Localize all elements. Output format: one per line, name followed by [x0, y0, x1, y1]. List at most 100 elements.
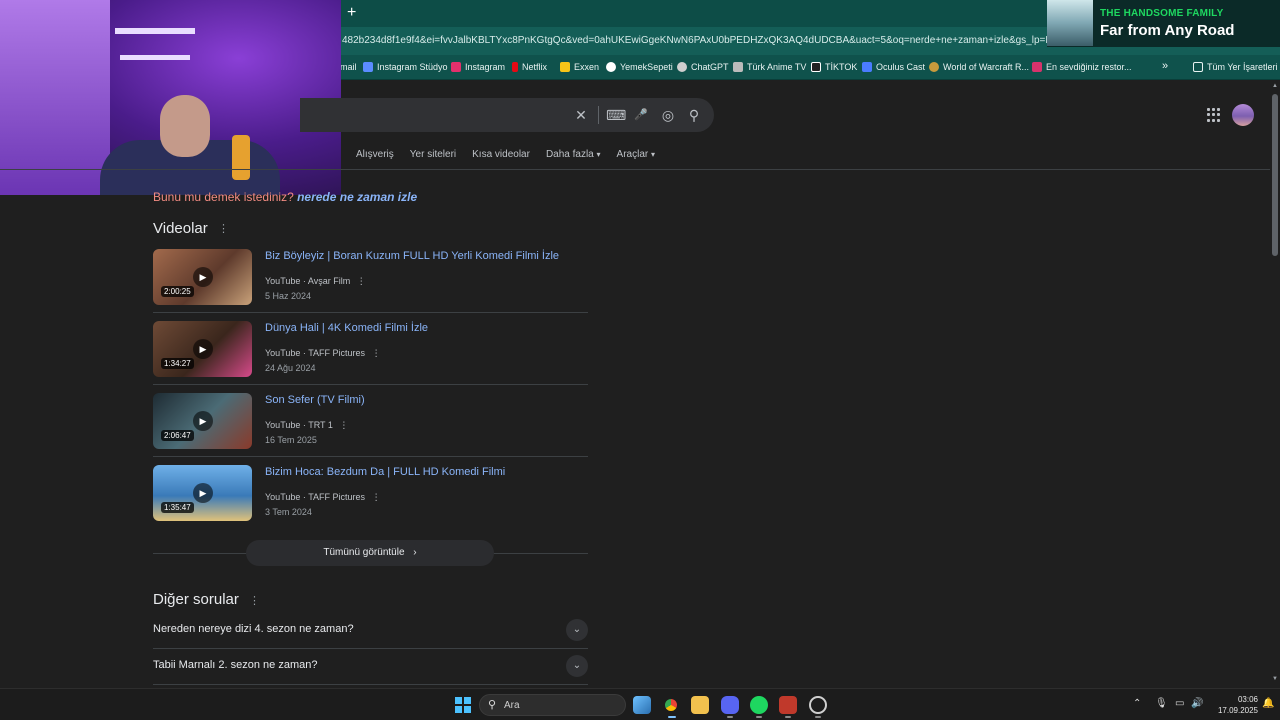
video-title[interactable]: Dünya Hali | 4K Komedi Filmi İzle	[265, 322, 428, 334]
obs-icon[interactable]	[809, 696, 827, 714]
video-result[interactable]: ▶ 2:00:25 Biz Böyleyiz | Boran Kuzum FUL…	[153, 249, 588, 321]
album-art	[1047, 0, 1093, 46]
play-icon: ▶	[193, 339, 213, 359]
did-you-mean-link[interactable]: nerede ne zaman izle	[297, 190, 417, 204]
video-source: YouTube · TAFF Pictures ⋮	[265, 492, 381, 502]
screen: + 482b234d8f1e9f4&ei=fvvJalbKBLTYxc8PnKG…	[0, 0, 1280, 720]
clear-icon[interactable]: ✕	[573, 107, 589, 123]
play-icon: ▶	[193, 267, 213, 287]
video-thumbnail[interactable]: ▶ 1:34:27	[153, 321, 252, 377]
video-source: YouTube · TRT 1 ⋮	[265, 420, 349, 430]
tab-places[interactable]: Yer siteleri	[410, 149, 456, 160]
scrollbar-thumb[interactable]	[1272, 94, 1278, 256]
url-text[interactable]: 482b234d8f1e9f4&ei=fvvJalbKBLTYxc8PnKGtg…	[342, 35, 1048, 46]
did-you-mean: Bunu mu demek istediniz? nerede ne zaman…	[153, 190, 418, 204]
tab-shopping[interactable]: Alışveriş	[356, 149, 394, 160]
more-options-icon[interactable]: ⋮	[357, 276, 366, 286]
video-thumbnail[interactable]: ▶ 2:00:25	[153, 249, 252, 305]
discord-icon[interactable]	[721, 696, 739, 714]
new-tab-button[interactable]: +	[347, 4, 356, 22]
microphone-icon[interactable]: 🎤	[633, 107, 649, 123]
bookmark-exxen[interactable]: Exxen	[560, 62, 599, 72]
chevron-down-icon[interactable]: ⌄	[566, 655, 588, 677]
taskbar-clock[interactable]: 03:06 17.09.2025	[1208, 694, 1258, 716]
video-result[interactable]: ▶ 1:34:27 Dünya Hali | 4K Komedi Filmi İ…	[153, 321, 588, 393]
video-duration: 2:06:47	[161, 430, 194, 441]
taskbar-search-placeholder: Ara	[504, 700, 520, 711]
scroll-up-icon[interactable]: ▲	[1272, 83, 1278, 89]
bookmark-restaurant[interactable]: En sevdiğiniz restor...	[1032, 62, 1132, 72]
see-all-videos-button[interactable]: Tümünü görüntüle ›	[246, 540, 494, 566]
instagram-studio-icon	[363, 62, 373, 72]
video-source: YouTube · Avşar Film ⋮	[265, 276, 366, 286]
video-date: 16 Tem 2025	[265, 435, 317, 445]
bookmark-mail[interactable]: mail	[340, 62, 357, 72]
chevron-right-icon: ›	[413, 547, 417, 558]
spotify-icon[interactable]	[750, 696, 768, 714]
question-item[interactable]: Nereden nereye dizi 4. sezon ne zaman? ⌄	[153, 613, 588, 649]
chevron-down-icon: ▾	[651, 150, 656, 159]
windows-start-icon[interactable]	[455, 697, 471, 713]
bookmark-instagram[interactable]: Instagram	[451, 62, 505, 72]
bookmark-tiktok[interactable]: TİKTOK	[811, 62, 857, 72]
more-options-icon[interactable]: ⋮	[372, 348, 381, 358]
more-options-icon[interactable]: ⋮	[339, 420, 348, 430]
video-title[interactable]: Biz Böyleyiz | Boran Kuzum FULL HD Yerli…	[265, 250, 559, 262]
yemeksepeti-icon	[606, 62, 616, 72]
video-thumbnail[interactable]: ▶ 1:35:47	[153, 465, 252, 521]
video-result[interactable]: ▶ 1:35:47 Bizim Hoca: Bezdum Da | FULL H…	[153, 465, 588, 537]
account-avatar[interactable]	[1232, 104, 1254, 126]
scroll-down-icon[interactable]: ▼	[1272, 676, 1278, 682]
tab-short-videos[interactable]: Kısa videolar	[472, 149, 530, 160]
volume-icon[interactable]: 🔊	[1191, 698, 1203, 709]
all-bookmarks-folder[interactable]: Tüm Yer İşaretleri	[1193, 62, 1278, 72]
spotify-now-playing: THE HANDSOME FAMILY Far from Any Road	[1047, 0, 1280, 47]
widgets-icon[interactable]	[633, 696, 651, 714]
tab-tools[interactable]: Araçlar ▾	[617, 149, 655, 160]
bookmarks-overflow-button[interactable]: »	[1162, 60, 1168, 72]
play-icon: ▶	[193, 483, 213, 503]
bookmark-chatgpt[interactable]: ChatGPT	[677, 62, 729, 72]
spotify-track-title: Far from Any Road	[1100, 22, 1235, 39]
exxen-icon	[560, 62, 570, 72]
video-title[interactable]: Bizim Hoca: Bezdum Da | FULL HD Komedi F…	[265, 466, 505, 478]
video-date: 5 Haz 2024	[265, 291, 312, 301]
bookmark-yemeksepeti[interactable]: YemekSepeti	[606, 62, 673, 72]
video-duration: 1:34:27	[161, 358, 194, 369]
bookmark-turk-anime-tv[interactable]: Türk Anime TV	[733, 62, 806, 72]
search-icon[interactable]: ⚲	[686, 107, 702, 123]
file-explorer-icon[interactable]	[691, 696, 709, 714]
bookmark-world-of-warcraft[interactable]: World of Warcraft R...	[929, 62, 1029, 72]
taskbar-search[interactable]: ⚲ Ara	[479, 694, 626, 716]
turk-anime-icon	[733, 62, 743, 72]
camera-lens-icon[interactable]: ◎	[660, 107, 676, 123]
videos-section-title: Videolar	[153, 220, 208, 237]
video-thumbnail[interactable]: ▶ 2:06:47	[153, 393, 252, 449]
notifications-icon[interactable]: 🔔	[1262, 698, 1274, 709]
question-item[interactable]: Tabii Marnalı 2. sezon ne zaman? ⌄	[153, 649, 588, 685]
bookmark-oculus-cast[interactable]: Oculus Cast	[862, 62, 925, 72]
page-scrollbar[interactable]: ▲ ▼	[1270, 80, 1280, 688]
network-icon[interactable]: ▭	[1175, 698, 1184, 709]
video-date: 24 Ağu 2024	[265, 363, 316, 373]
streaming-app-icon[interactable]	[779, 696, 797, 714]
bookmark-netflix[interactable]: Netflix	[512, 62, 547, 72]
chevron-down-icon[interactable]: ⌄	[566, 619, 588, 641]
video-title[interactable]: Son Sefer (TV Filmi)	[265, 394, 365, 406]
instagram-icon	[451, 62, 461, 72]
tab-more[interactable]: Daha fazla ▾	[546, 149, 601, 160]
video-result[interactable]: ▶ 2:06:47 Son Sefer (TV Filmi) YouTube ·…	[153, 393, 588, 465]
search-filters: Alışveriş Yer siteleri Kısa videolar Dah…	[356, 149, 655, 160]
more-options-icon[interactable]: ⋮	[249, 594, 260, 607]
search-box[interactable]: ✕ ⌨ 🎤 ◎ ⚲	[300, 98, 714, 132]
tiktok-icon	[811, 62, 821, 72]
more-options-icon[interactable]: ⋮	[372, 492, 381, 502]
play-icon: ▶	[193, 411, 213, 431]
keyboard-icon[interactable]: ⌨	[606, 107, 626, 123]
microphone-tray-icon[interactable]: 🎙	[1155, 698, 1168, 709]
google-apps-icon[interactable]	[1207, 108, 1221, 122]
chrome-icon[interactable]	[662, 696, 680, 714]
more-options-icon[interactable]: ⋮	[218, 222, 229, 235]
tray-overflow-icon[interactable]: ⌃	[1133, 698, 1141, 709]
bookmark-instagram-studio[interactable]: Instagram Stüdyo	[363, 62, 448, 72]
